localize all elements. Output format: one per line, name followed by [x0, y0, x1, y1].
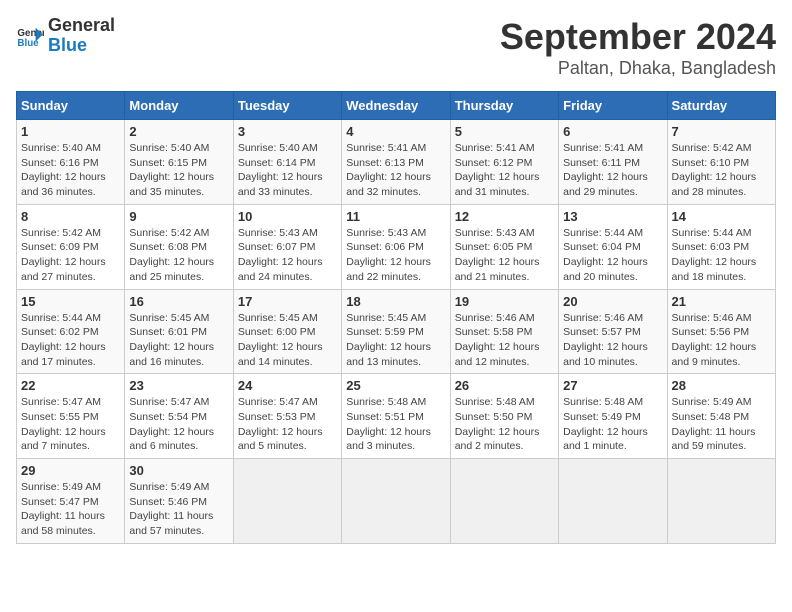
logo-line2: Blue [48, 36, 115, 56]
calendar-day-21: 21Sunrise: 5:46 AM Sunset: 5:56 PM Dayli… [667, 289, 775, 374]
calendar-week-5: 29Sunrise: 5:49 AM Sunset: 5:47 PM Dayli… [17, 459, 776, 544]
calendar-day-11: 11Sunrise: 5:43 AM Sunset: 6:06 PM Dayli… [342, 204, 450, 289]
calendar-empty [233, 459, 341, 544]
calendar-day-30: 30Sunrise: 5:49 AM Sunset: 5:46 PM Dayli… [125, 459, 233, 544]
header-friday: Friday [559, 92, 667, 120]
calendar-week-4: 22Sunrise: 5:47 AM Sunset: 5:55 PM Dayli… [17, 374, 776, 459]
calendar-day-9: 9Sunrise: 5:42 AM Sunset: 6:08 PM Daylig… [125, 204, 233, 289]
calendar-day-14: 14Sunrise: 5:44 AM Sunset: 6:03 PM Dayli… [667, 204, 775, 289]
logo: General Blue General Blue [16, 16, 115, 56]
calendar-day-12: 12Sunrise: 5:43 AM Sunset: 6:05 PM Dayli… [450, 204, 558, 289]
logo-icon: General Blue [16, 22, 44, 50]
calendar-empty [667, 459, 775, 544]
calendar-empty [450, 459, 558, 544]
calendar-day-13: 13Sunrise: 5:44 AM Sunset: 6:04 PM Dayli… [559, 204, 667, 289]
header-thursday: Thursday [450, 92, 558, 120]
header-sunday: Sunday [17, 92, 125, 120]
calendar-day-6: 6Sunrise: 5:41 AM Sunset: 6:11 PM Daylig… [559, 120, 667, 205]
calendar-day-22: 22Sunrise: 5:47 AM Sunset: 5:55 PM Dayli… [17, 374, 125, 459]
calendar-day-15: 15Sunrise: 5:44 AM Sunset: 6:02 PM Dayli… [17, 289, 125, 374]
calendar-day-20: 20Sunrise: 5:46 AM Sunset: 5:57 PM Dayli… [559, 289, 667, 374]
title-section: September 2024 Paltan, Dhaka, Bangladesh [500, 16, 776, 79]
calendar-day-3: 3Sunrise: 5:40 AM Sunset: 6:14 PM Daylig… [233, 120, 341, 205]
calendar-week-1: 1Sunrise: 5:40 AM Sunset: 6:16 PM Daylig… [17, 120, 776, 205]
calendar-day-10: 10Sunrise: 5:43 AM Sunset: 6:07 PM Dayli… [233, 204, 341, 289]
calendar-day-19: 19Sunrise: 5:46 AM Sunset: 5:58 PM Dayli… [450, 289, 558, 374]
calendar-day-2: 2Sunrise: 5:40 AM Sunset: 6:15 PM Daylig… [125, 120, 233, 205]
calendar-day-26: 26Sunrise: 5:48 AM Sunset: 5:50 PM Dayli… [450, 374, 558, 459]
header-saturday: Saturday [667, 92, 775, 120]
calendar-day-17: 17Sunrise: 5:45 AM Sunset: 6:00 PM Dayli… [233, 289, 341, 374]
month-title: September 2024 [500, 16, 776, 58]
calendar-week-2: 8Sunrise: 5:42 AM Sunset: 6:09 PM Daylig… [17, 204, 776, 289]
header-tuesday: Tuesday [233, 92, 341, 120]
calendar-day-25: 25Sunrise: 5:48 AM Sunset: 5:51 PM Dayli… [342, 374, 450, 459]
header-monday: Monday [125, 92, 233, 120]
calendar-header-row: SundayMondayTuesdayWednesdayThursdayFrid… [17, 92, 776, 120]
calendar-day-1: 1Sunrise: 5:40 AM Sunset: 6:16 PM Daylig… [17, 120, 125, 205]
location-title: Paltan, Dhaka, Bangladesh [500, 58, 776, 79]
calendar-day-29: 29Sunrise: 5:49 AM Sunset: 5:47 PM Dayli… [17, 459, 125, 544]
calendar-day-18: 18Sunrise: 5:45 AM Sunset: 5:59 PM Dayli… [342, 289, 450, 374]
calendar-week-3: 15Sunrise: 5:44 AM Sunset: 6:02 PM Dayli… [17, 289, 776, 374]
calendar-day-28: 28Sunrise: 5:49 AM Sunset: 5:48 PM Dayli… [667, 374, 775, 459]
calendar-empty [559, 459, 667, 544]
calendar-day-5: 5Sunrise: 5:41 AM Sunset: 6:12 PM Daylig… [450, 120, 558, 205]
calendar-day-7: 7Sunrise: 5:42 AM Sunset: 6:10 PM Daylig… [667, 120, 775, 205]
header-wednesday: Wednesday [342, 92, 450, 120]
calendar-empty [342, 459, 450, 544]
calendar-table: SundayMondayTuesdayWednesdayThursdayFrid… [16, 91, 776, 544]
calendar-day-24: 24Sunrise: 5:47 AM Sunset: 5:53 PM Dayli… [233, 374, 341, 459]
logo-line1: General [48, 16, 115, 36]
calendar-day-27: 27Sunrise: 5:48 AM Sunset: 5:49 PM Dayli… [559, 374, 667, 459]
page-header: General Blue General Blue September 2024… [16, 16, 776, 79]
calendar-day-23: 23Sunrise: 5:47 AM Sunset: 5:54 PM Dayli… [125, 374, 233, 459]
calendar-day-4: 4Sunrise: 5:41 AM Sunset: 6:13 PM Daylig… [342, 120, 450, 205]
calendar-day-16: 16Sunrise: 5:45 AM Sunset: 6:01 PM Dayli… [125, 289, 233, 374]
calendar-day-8: 8Sunrise: 5:42 AM Sunset: 6:09 PM Daylig… [17, 204, 125, 289]
